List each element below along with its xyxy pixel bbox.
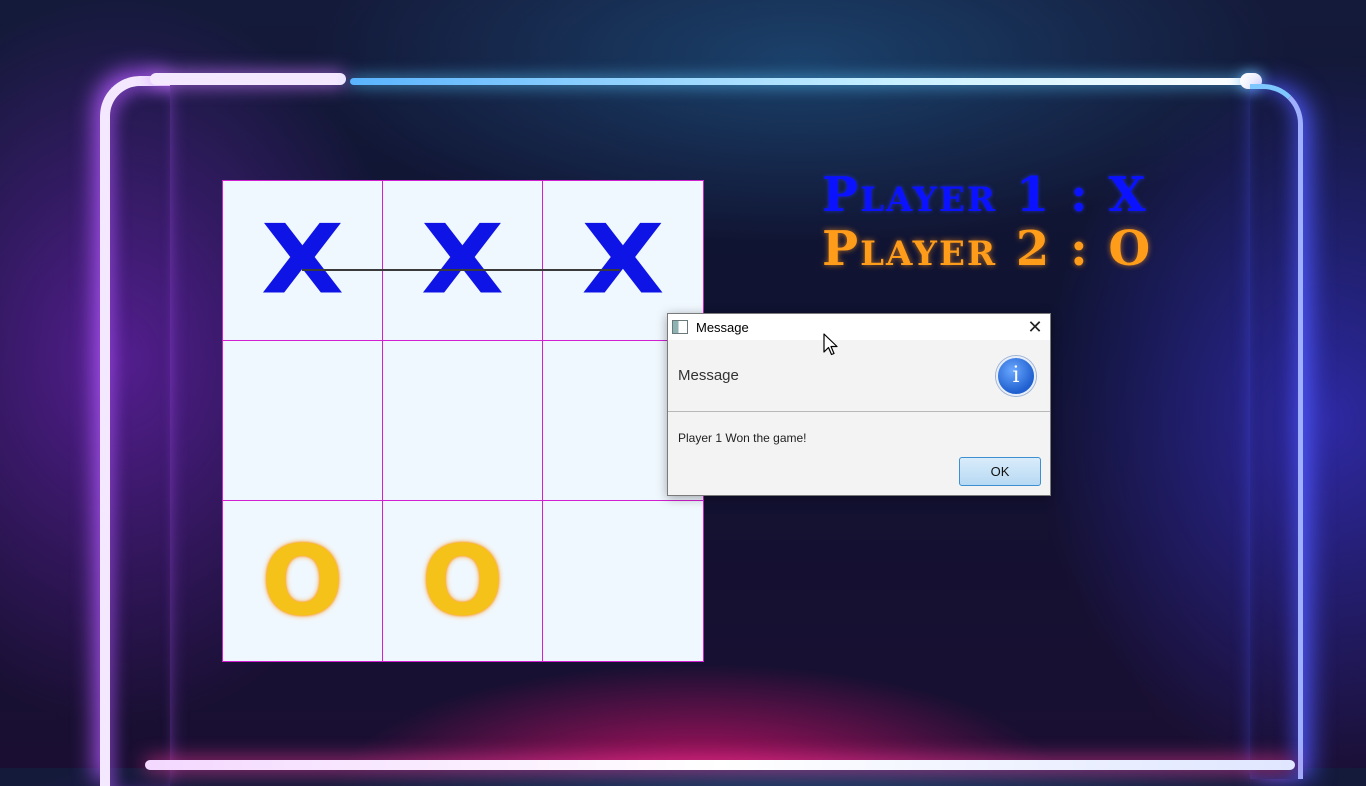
neon-frame-right: [1250, 84, 1303, 779]
dialog-header-text: Message: [678, 367, 739, 384]
neon-frame-left: [100, 76, 170, 786]
board-cell-5[interactable]: [383, 341, 543, 501]
tic-tac-toe-board: X X X O O: [222, 180, 704, 662]
neon-frame-top-right: [350, 78, 1260, 85]
player-legend: Player 1 : X Player 2 : O: [822, 168, 1152, 276]
ok-button[interactable]: OK: [959, 457, 1041, 486]
board-cell-4[interactable]: [223, 341, 383, 501]
board-cell-9[interactable]: [543, 501, 703, 661]
board-cell-7[interactable]: O: [223, 501, 383, 661]
board-cell-1[interactable]: X: [223, 181, 383, 341]
cell-mark: X: [420, 205, 505, 316]
message-dialog: Message ✕ Message i Player 1 Won the gam…: [667, 313, 1051, 496]
close-icon[interactable]: ✕: [1020, 314, 1050, 340]
dialog-titlebar[interactable]: Message ✕: [668, 314, 1050, 340]
cell-mark: O: [261, 525, 344, 637]
dialog-title: Message: [696, 319, 749, 335]
mouse-pointer-icon: [823, 333, 838, 356]
board-cell-2[interactable]: X: [383, 181, 543, 341]
java-app-icon: [672, 320, 688, 334]
info-icon: i: [996, 355, 1036, 396]
board-cell-8[interactable]: O: [383, 501, 543, 661]
dialog-content: Player 1 Won the game!: [678, 431, 807, 445]
player-1-label: Player 1 : X: [822, 167, 1148, 223]
cell-mark: O: [421, 525, 504, 637]
neon-frame-bottom: [145, 760, 1295, 770]
cell-mark: X: [581, 205, 665, 316]
winning-line: [302, 269, 620, 271]
neon-frame-top-left: [150, 73, 346, 85]
cell-mark: X: [260, 205, 345, 316]
player-2-label: Player 2 : O: [822, 221, 1153, 277]
dialog-header: Message i: [668, 340, 1050, 412]
